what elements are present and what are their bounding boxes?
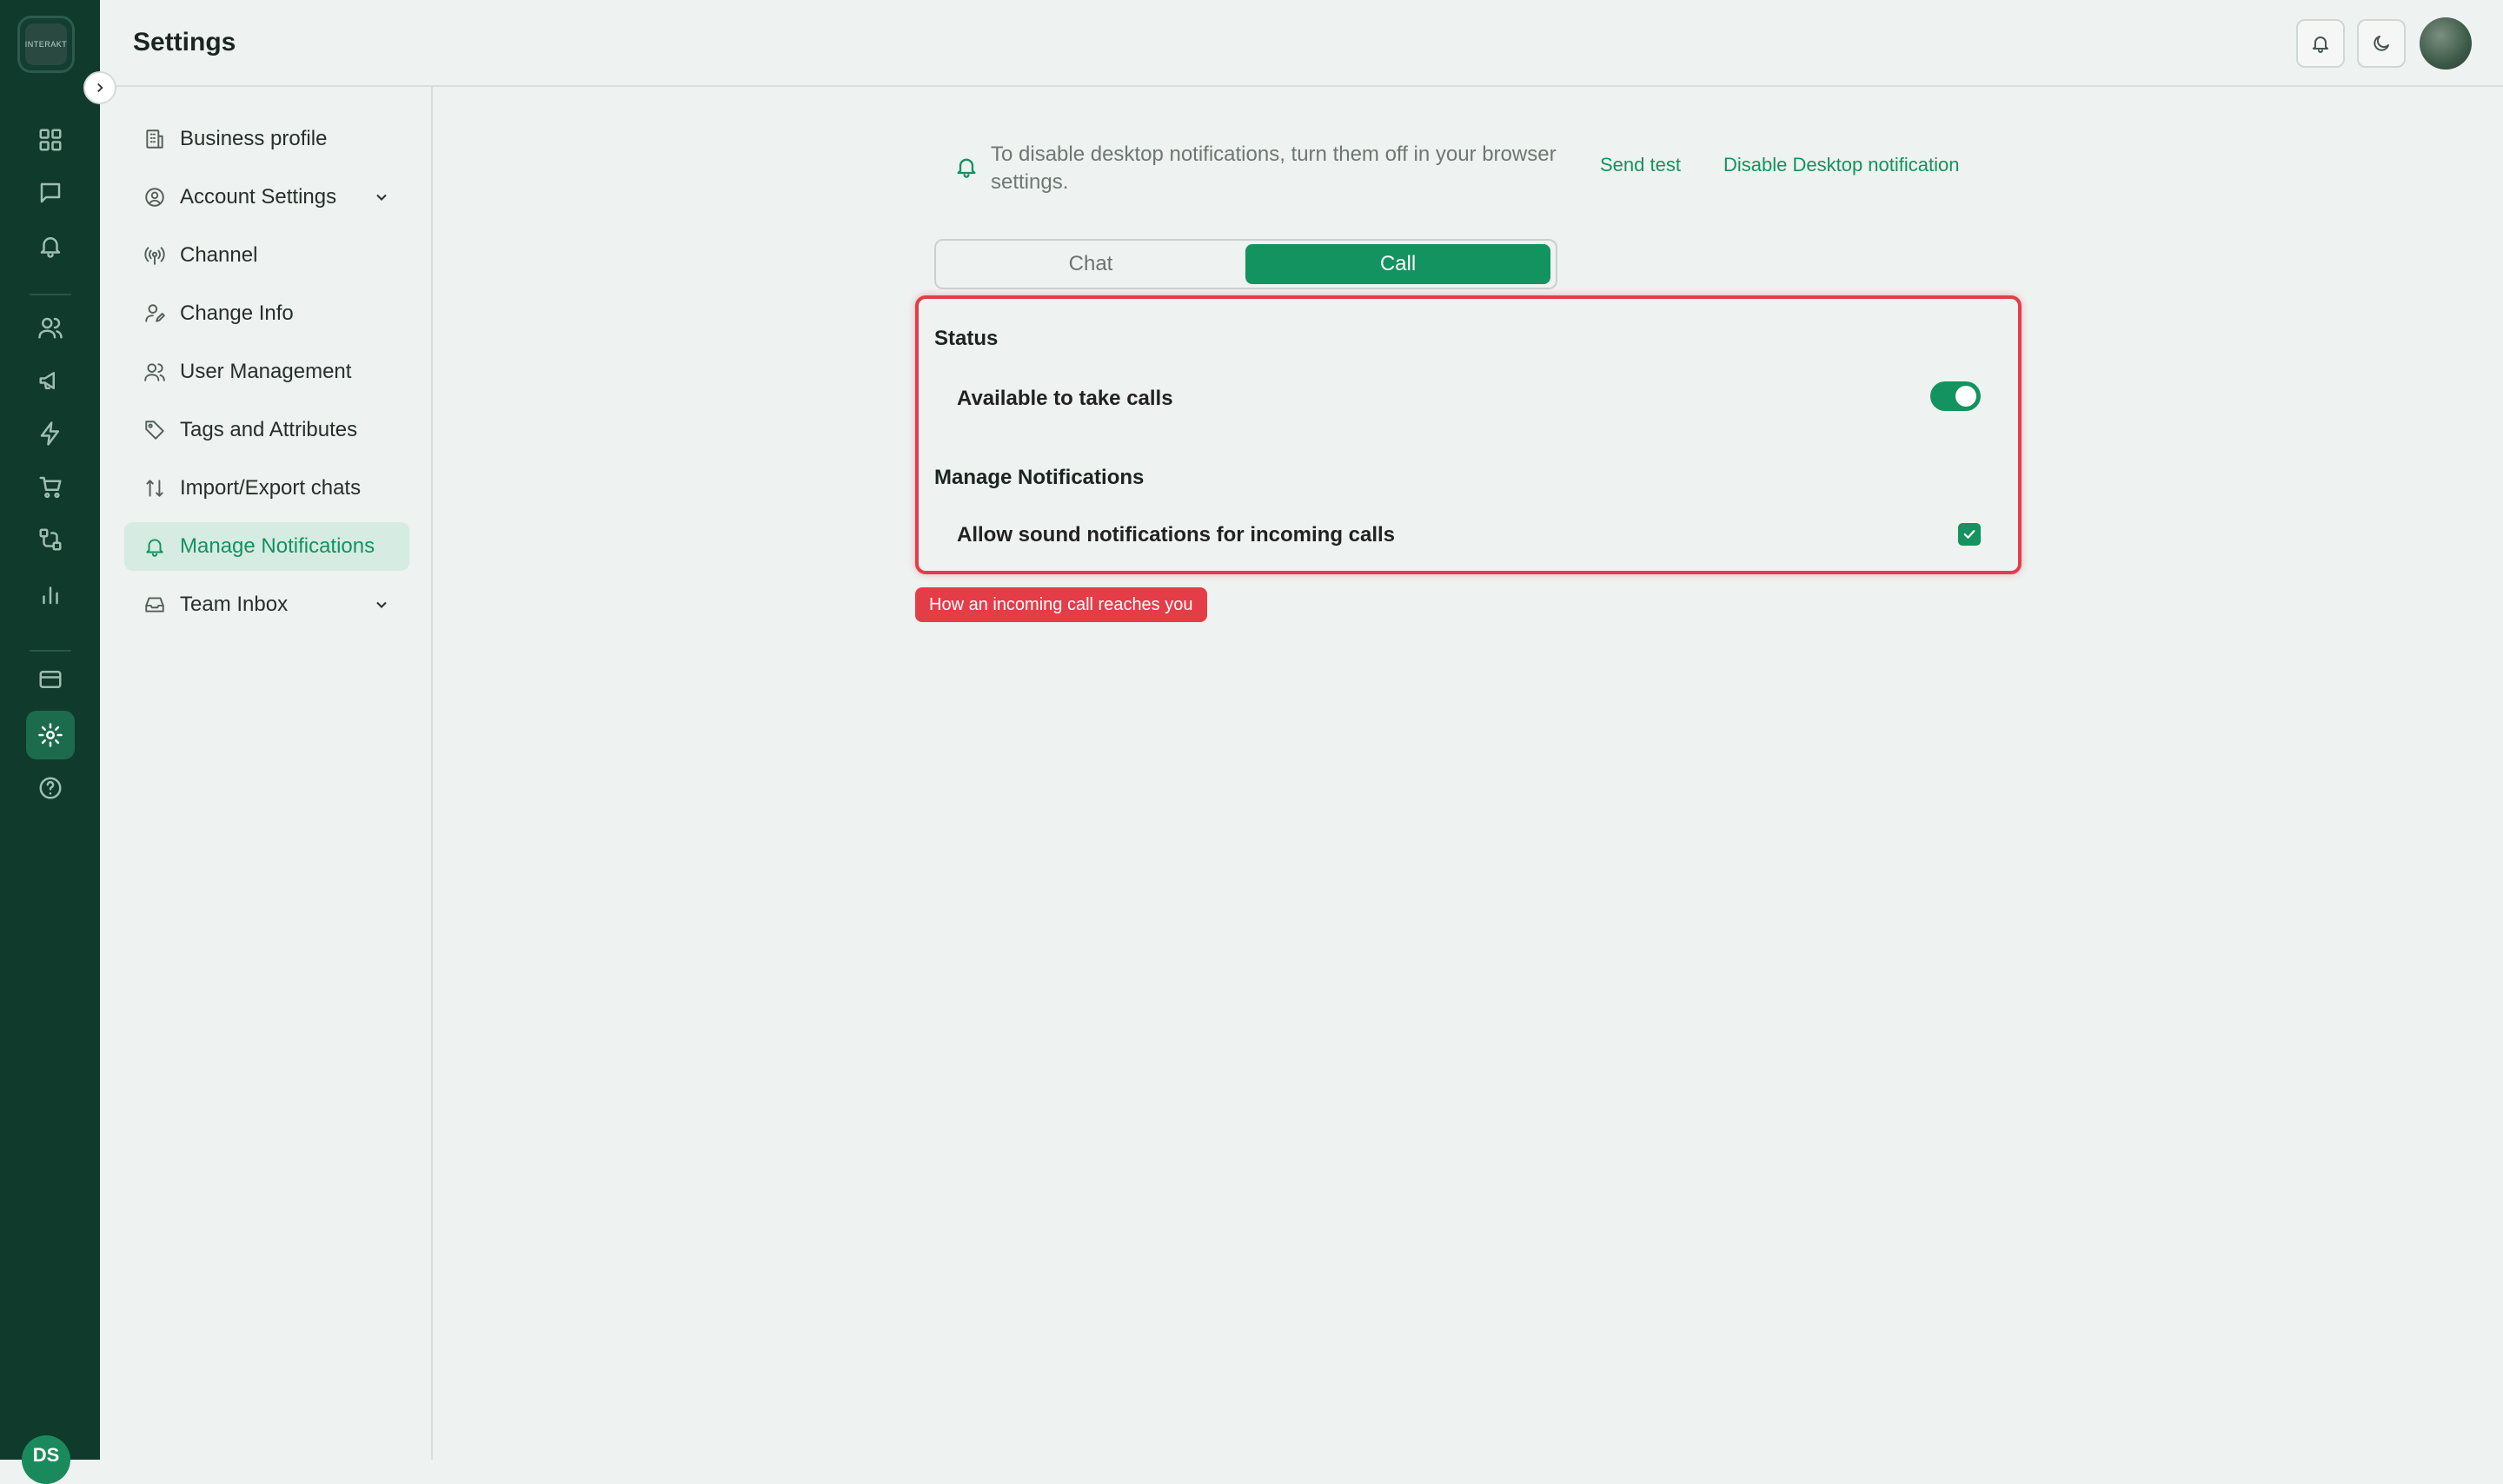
bell-icon (2313, 36, 2328, 53)
dashboard-icon[interactable] (31, 121, 70, 159)
nav-item-label: User Management (180, 360, 352, 383)
check-icon (1963, 530, 1975, 539)
collapse-sidebar-button[interactable] (83, 71, 116, 104)
chevron-right-icon (97, 83, 103, 93)
notification-type-tabs: Chat Call (934, 239, 1557, 289)
toggle-knob (1955, 386, 1976, 407)
brand-logo[interactable]: INTERAKT (17, 16, 75, 73)
nav-item-import-export[interactable]: Import/Export chats (124, 464, 409, 513)
available-toggle[interactable] (1930, 381, 1981, 411)
inbox-icon (145, 597, 164, 613)
rail-divider (30, 294, 71, 295)
bell-icon (957, 158, 976, 178)
broadcast-icon (144, 247, 165, 265)
nav-item-change-info[interactable]: Change Info (124, 289, 409, 338)
user-circle-icon (145, 188, 164, 207)
profile-avatar[interactable] (2420, 17, 2472, 70)
app-rail: INTERAKT DS (0, 0, 100, 1484)
bar-chart-icon[interactable] (31, 575, 70, 613)
nav-item-label: Import/Export chats (180, 476, 362, 500)
send-test-link[interactable]: Send test (1600, 154, 1681, 176)
logo-text: INTERAKT (25, 23, 67, 65)
nav-item-label: Manage Notifications (180, 534, 375, 558)
nav-item-account-settings[interactable]: Account Settings (124, 173, 409, 222)
nav-item-channel[interactable]: Channel (124, 231, 409, 280)
nav-item-team-inbox[interactable]: Team Inbox (124, 580, 409, 629)
sound-notifications-label: Allow sound notifications for incoming c… (957, 523, 1396, 547)
notifications-section-title: Manage Notifications (934, 466, 1145, 489)
nav-item-manage-notifications[interactable]: Manage Notifications (124, 522, 409, 571)
desktop-notification-info: To disable desktop notifications, turn t… (954, 139, 1997, 200)
arrows-updown-icon (146, 480, 163, 497)
rail-divider (30, 650, 71, 652)
megaphone-icon[interactable] (31, 361, 70, 400)
cart-icon[interactable] (31, 467, 70, 506)
nav-item-user-management[interactable]: User Management (124, 348, 409, 396)
users-icon (144, 363, 165, 381)
tag-icon (145, 421, 164, 440)
tab-chat[interactable]: Chat (939, 244, 1242, 284)
flow-icon[interactable] (31, 520, 70, 559)
status-section-title: Status (934, 327, 999, 350)
chevron-down-icon[interactable] (373, 189, 390, 206)
nav-item-label: Business profile (180, 127, 328, 150)
theme-toggle-button[interactable] (2357, 19, 2406, 68)
users-icon[interactable] (31, 308, 70, 347)
lightning-icon[interactable] (31, 414, 70, 453)
moon-icon (2374, 36, 2389, 51)
tab-call[interactable]: Call (1245, 244, 1550, 284)
settings-nav: Business profile Account Settings Channe… (100, 87, 433, 1460)
nav-item-label: Channel (180, 243, 258, 267)
user-edit-icon (145, 304, 165, 322)
disable-desktop-notification-link[interactable]: Disable Desktop notification (1723, 154, 1959, 176)
building-icon (146, 129, 163, 149)
nav-item-label: Team Inbox (180, 593, 289, 616)
notifications-button[interactable] (2296, 19, 2345, 68)
chevron-down-icon[interactable] (373, 596, 390, 613)
bell-icon[interactable] (31, 227, 70, 265)
nav-item-tags-attributes[interactable]: Tags and Attributes (124, 406, 409, 454)
page-title: Settings (133, 28, 236, 56)
sound-notifications-checkbox[interactable] (1958, 523, 1981, 546)
chat-icon[interactable] (31, 174, 70, 212)
call-settings-panel: Status Available to take calls Manage No… (915, 295, 2022, 574)
top-header: Settings (100, 0, 2503, 87)
info-text: To disable desktop notifications, turn t… (991, 142, 1557, 194)
card-icon[interactable] (31, 660, 70, 699)
nav-item-label: Account Settings (180, 185, 337, 209)
nav-item-label: Tags and Attributes (180, 418, 358, 441)
bell-icon (146, 539, 163, 557)
nav-item-business-profile[interactable]: Business profile (124, 115, 409, 163)
help-icon[interactable] (31, 769, 70, 807)
user-avatar[interactable]: DS (22, 1435, 70, 1484)
nav-item-label: Change Info (180, 301, 294, 325)
available-to-take-calls-label: Available to take calls (957, 387, 1173, 410)
annotation-tag: How an incoming call reaches you (915, 587, 1207, 622)
gear-icon[interactable] (26, 711, 75, 759)
